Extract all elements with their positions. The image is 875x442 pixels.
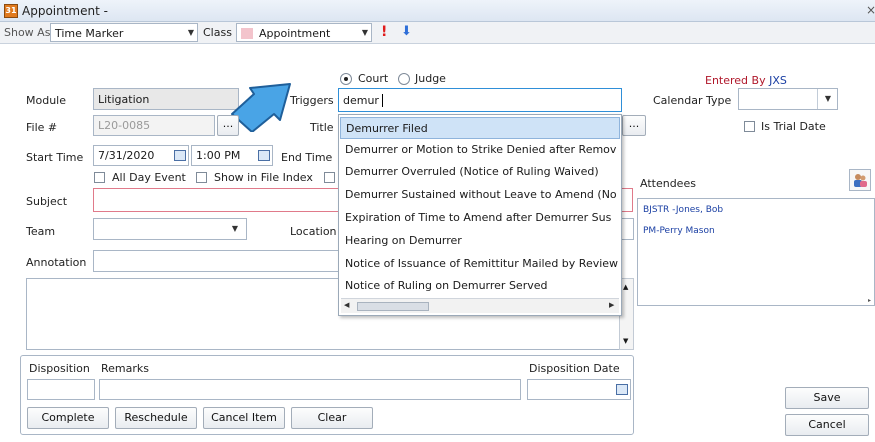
calendar-icon[interactable] xyxy=(616,384,628,395)
class-select[interactable]: Appointment ▼ xyxy=(236,23,372,42)
dropdown-item[interactable]: Demurrer Overruled (Notice of Ruling Wai… xyxy=(340,161,620,183)
remarks-label: Remarks xyxy=(101,362,149,375)
window-title: Appointment - xyxy=(22,4,108,18)
extra-checkbox[interactable] xyxy=(324,172,335,183)
court-radio[interactable] xyxy=(340,73,352,85)
start-date-field[interactable]: 7/31/2020 xyxy=(93,145,189,166)
disposition-date-label: Disposition Date xyxy=(529,362,620,375)
title-bar: 31 Appointment - × xyxy=(0,0,875,22)
show-in-file-index-label: Show in File Index xyxy=(214,171,313,184)
clock-icon[interactable] xyxy=(258,150,270,161)
attendee-item[interactable]: BJSTR -Jones, Bob xyxy=(643,205,723,215)
is-trial-date-label: Is Trial Date xyxy=(761,120,826,133)
judge-radio[interactable] xyxy=(398,73,410,85)
triggers-value: demur xyxy=(343,94,379,107)
chevron-down-icon: ▼ xyxy=(231,224,238,233)
court-label: Court xyxy=(358,72,389,85)
priority-low-icon[interactable]: ⬇ xyxy=(401,24,412,39)
class-color-swatch xyxy=(241,28,253,39)
dropdown-item[interactable]: Notice of Issuance of Remittitur Mailed … xyxy=(340,253,620,275)
title-label: Title xyxy=(310,121,334,134)
disposition-date-field[interactable] xyxy=(527,379,631,400)
triggers-dropdown[interactable]: Demurrer Filed Demurrer or Motion to Str… xyxy=(338,114,622,316)
dropdown-item[interactable]: Expiration of Time to Amend after Demurr… xyxy=(340,207,620,229)
dropdown-item[interactable]: Demurrer Filed xyxy=(340,117,620,139)
close-icon[interactable]: × xyxy=(866,3,875,17)
module-field[interactable]: Litigation xyxy=(93,88,239,110)
dropdown-item[interactable]: Notice of Ruling on Demurrer Served xyxy=(340,275,620,297)
remarks-input[interactable] xyxy=(99,379,521,400)
file-browse-button[interactable]: ... xyxy=(217,115,239,136)
calendar-type-select[interactable]: ▼ xyxy=(738,88,838,110)
module-label: Module xyxy=(26,94,66,107)
team-select[interactable]: ▼ xyxy=(93,218,247,240)
scroll-down-icon[interactable]: ▼ xyxy=(623,337,628,345)
annotation-label: Annotation xyxy=(26,256,87,269)
team-label: Team xyxy=(26,225,56,238)
calendar-type-label: Calendar Type xyxy=(653,94,732,107)
dropdown-item[interactable]: Demurrer Sustained without Leave to Amen… xyxy=(340,184,620,206)
attendees-list[interactable]: BJSTR -Jones, Bob PM-Perry Mason ▸ xyxy=(637,198,875,306)
triggers-label: Triggers xyxy=(290,94,334,107)
judge-label: Judge xyxy=(415,72,446,85)
priority-high-icon[interactable]: ! xyxy=(381,24,387,40)
calendar-icon[interactable] xyxy=(174,150,186,161)
file-number-field[interactable]: L20-0085 xyxy=(93,115,215,136)
location-label: Location xyxy=(290,225,337,238)
all-day-event-checkbox[interactable] xyxy=(94,172,105,183)
resize-grip-icon: ▸ xyxy=(868,297,872,304)
add-attendee-button[interactable] xyxy=(849,169,871,191)
calendar-app-icon: 31 xyxy=(4,4,18,18)
divider xyxy=(817,89,818,109)
file-number-label: File # xyxy=(26,121,58,134)
attendee-item[interactable]: PM-Perry Mason xyxy=(643,226,715,236)
is-trial-date-checkbox[interactable] xyxy=(744,121,755,132)
disposition-panel: Disposition Remarks Disposition Date Com… xyxy=(20,355,634,435)
scroll-right-icon[interactable]: ▶ xyxy=(609,301,614,309)
show-as-label: Show As xyxy=(4,26,51,39)
scroll-thumb[interactable] xyxy=(357,302,429,311)
start-clock-value: 1:00 PM xyxy=(196,149,241,162)
show-as-value: Time Marker xyxy=(55,27,124,40)
scroll-up-icon[interactable]: ▲ xyxy=(623,283,628,291)
module-value: Litigation xyxy=(98,93,150,106)
clear-button[interactable]: Clear xyxy=(291,407,373,429)
dropdown-item[interactable]: Demurrer or Motion to Strike Denied afte… xyxy=(340,139,620,161)
start-time-label: Start Time xyxy=(26,151,84,164)
subject-label: Subject xyxy=(26,195,68,208)
toolbar: Show As Time Marker ▼ Class Appointment … xyxy=(0,22,875,44)
chevron-down-icon: ▼ xyxy=(361,28,368,37)
title-browse-button[interactable]: ... xyxy=(622,115,646,136)
scroll-left-icon[interactable]: ◀ xyxy=(344,301,349,309)
end-time-label: End Time xyxy=(281,151,333,164)
disposition-label: Disposition xyxy=(29,362,90,375)
location-input[interactable] xyxy=(620,218,634,240)
cancel-button[interactable]: Cancel xyxy=(785,414,869,436)
annotation-input[interactable] xyxy=(93,250,343,272)
triggers-input[interactable]: demur xyxy=(338,88,622,112)
people-icon xyxy=(854,174,867,187)
text-cursor xyxy=(382,94,383,107)
cancel-item-button[interactable]: Cancel Item xyxy=(203,407,285,429)
start-date-value: 7/31/2020 xyxy=(98,149,155,162)
class-label: Class xyxy=(203,26,232,39)
entered-by-value: JXS xyxy=(769,74,787,87)
show-as-select[interactable]: Time Marker ▼ xyxy=(50,23,198,42)
attendees-label: Attendees xyxy=(640,177,696,190)
entered-by-text: Entered By xyxy=(705,74,766,87)
all-day-event-label: All Day Event xyxy=(112,171,186,184)
chevron-down-icon: ▼ xyxy=(824,94,831,103)
dropdown-horizontal-scrollbar[interactable]: ◀ ▶ xyxy=(341,298,619,313)
complete-button[interactable]: Complete xyxy=(27,407,109,429)
show-in-file-index-checkbox[interactable] xyxy=(196,172,207,183)
dropdown-item[interactable]: Hearing on Demurrer xyxy=(340,230,620,252)
chevron-down-icon: ▼ xyxy=(187,28,194,37)
disposition-input[interactable] xyxy=(27,379,95,400)
class-value: Appointment xyxy=(259,27,331,40)
reschedule-button[interactable]: Reschedule xyxy=(115,407,197,429)
file-number-value: L20-0085 xyxy=(98,119,151,132)
save-button[interactable]: Save xyxy=(785,387,869,409)
start-clock-field[interactable]: 1:00 PM xyxy=(191,145,273,166)
entered-by-label: Entered By JXS xyxy=(705,74,787,87)
